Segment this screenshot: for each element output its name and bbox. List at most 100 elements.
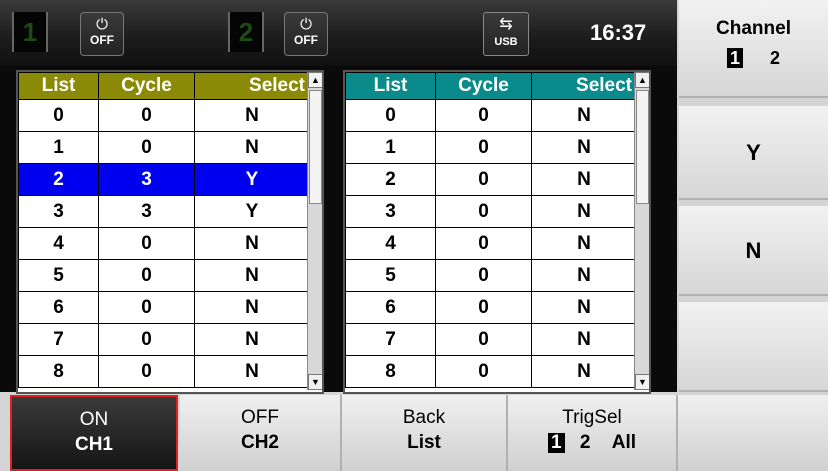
scroll-thumb[interactable] — [309, 90, 322, 204]
cell-list[interactable]: 2 — [18, 163, 99, 196]
table-row[interactable]: 00N — [345, 99, 637, 132]
scroll-up-icon[interactable]: ▲ — [635, 72, 649, 88]
cell-list[interactable]: 7 — [345, 323, 436, 356]
table-row[interactable]: 40N — [18, 227, 310, 260]
table-row[interactable]: 10N — [18, 131, 310, 164]
table-row[interactable]: 40N — [345, 227, 637, 260]
select-yes-button[interactable]: Y — [679, 106, 828, 200]
scroll-up-icon[interactable]: ▲ — [308, 72, 322, 88]
cell-list[interactable]: 4 — [18, 227, 99, 260]
empty-softkey[interactable] — [678, 395, 828, 471]
cell-cycle[interactable]: 0 — [98, 259, 195, 292]
cell-cycle[interactable]: 0 — [435, 163, 532, 196]
ch2-power-button[interactable]: ⏻ OFF — [284, 12, 328, 56]
ch1-list-table[interactable]: List Cycle Select 00N10N23Y33Y40N50N60N7… — [16, 70, 324, 394]
cell-list[interactable]: 4 — [345, 227, 436, 260]
table-row[interactable]: 00N — [18, 99, 310, 132]
off-ch2-button[interactable]: OFF CH2 — [180, 395, 342, 471]
cell-cycle[interactable]: 0 — [435, 99, 532, 132]
scroll-down-icon[interactable]: ▼ — [635, 374, 649, 390]
cell-cycle[interactable]: 3 — [98, 195, 195, 228]
cell-select[interactable]: N — [194, 355, 310, 388]
scroll-down-icon[interactable]: ▼ — [308, 374, 322, 390]
table-row[interactable]: 20N — [345, 163, 637, 196]
table-row[interactable]: 33Y — [18, 195, 310, 228]
cell-select[interactable]: N — [531, 291, 637, 324]
cell-list[interactable]: 1 — [18, 131, 99, 164]
cell-cycle[interactable]: 0 — [98, 227, 195, 260]
cell-cycle[interactable]: 0 — [435, 131, 532, 164]
cell-cycle[interactable]: 0 — [435, 323, 532, 356]
cell-cycle[interactable]: 0 — [435, 195, 532, 228]
cell-list[interactable]: 1 — [345, 131, 436, 164]
table-row[interactable]: 60N — [345, 291, 637, 324]
table-row[interactable]: 80N — [18, 355, 310, 388]
ch2-power-label: OFF — [294, 33, 318, 47]
cell-select[interactable]: N — [531, 131, 637, 164]
channel-select-button[interactable]: Channel 1 2 — [679, 0, 828, 98]
back-list-button[interactable]: Back List — [342, 395, 508, 471]
select-no-button[interactable]: N — [679, 206, 828, 296]
trigsel-button[interactable]: TrigSel 1 2 All — [508, 395, 678, 471]
scrollbar[interactable]: ▲ ▼ — [307, 72, 322, 390]
cell-cycle[interactable]: 0 — [435, 291, 532, 324]
table-row[interactable]: 80N — [345, 355, 637, 388]
cell-list[interactable]: 0 — [18, 99, 99, 132]
cell-cycle[interactable]: 0 — [435, 355, 532, 388]
ch1-power-button[interactable]: ⏻ OFF — [80, 12, 124, 56]
scrollbar[interactable]: ▲ ▼ — [634, 72, 649, 390]
table-row[interactable]: 70N — [345, 323, 637, 356]
table-row[interactable]: 10N — [345, 131, 637, 164]
cell-list[interactable]: 3 — [18, 195, 99, 228]
empty-side-button[interactable] — [679, 302, 828, 392]
cell-select[interactable]: N — [194, 259, 310, 292]
cell-select[interactable]: N — [531, 355, 637, 388]
ch2-list-table[interactable]: List Cycle Select 00N10N20N30N40N50N60N7… — [343, 70, 651, 394]
cell-cycle[interactable]: 0 — [435, 227, 532, 260]
table-row[interactable]: 70N — [18, 323, 310, 356]
cell-select[interactable]: Y — [194, 195, 310, 228]
cell-list[interactable]: 3 — [345, 195, 436, 228]
cell-select[interactable]: N — [194, 291, 310, 324]
cell-list[interactable]: 2 — [345, 163, 436, 196]
cell-list[interactable]: 6 — [345, 291, 436, 324]
cell-cycle[interactable]: 3 — [98, 163, 195, 196]
header-select: Select — [194, 72, 310, 100]
table-row[interactable]: 30N — [345, 195, 637, 228]
cell-select[interactable]: Y — [194, 163, 310, 196]
power-icon: ⏻ — [96, 16, 108, 33]
cell-select[interactable]: N — [194, 227, 310, 260]
cell-cycle[interactable]: 0 — [98, 323, 195, 356]
cell-select[interactable]: N — [531, 99, 637, 132]
cell-list[interactable]: 5 — [345, 259, 436, 292]
cell-select[interactable]: N — [194, 131, 310, 164]
channel-option-1: 1 — [726, 48, 743, 68]
cell-list[interactable]: 5 — [18, 259, 99, 292]
cell-select[interactable]: N — [531, 163, 637, 196]
usb-icon: ⇆ — [499, 16, 513, 33]
cell-cycle[interactable]: 0 — [98, 131, 195, 164]
table-row[interactable]: 50N — [18, 259, 310, 292]
cell-list[interactable]: 8 — [345, 355, 436, 388]
cell-list[interactable]: 8 — [18, 355, 99, 388]
clock: 16:37 — [590, 20, 647, 45]
cell-cycle[interactable]: 0 — [435, 259, 532, 292]
cell-select[interactable]: N — [531, 323, 637, 356]
on-ch1-button[interactable]: ON CH1 — [10, 395, 178, 471]
channel-title: Channel — [716, 18, 791, 39]
cell-select[interactable]: N — [531, 259, 637, 292]
scroll-thumb[interactable] — [636, 90, 649, 204]
cell-select[interactable]: N — [194, 323, 310, 356]
cell-list[interactable]: 6 — [18, 291, 99, 324]
table-row[interactable]: 50N — [345, 259, 637, 292]
cell-cycle[interactable]: 0 — [98, 291, 195, 324]
cell-list[interactable]: 7 — [18, 323, 99, 356]
table-row[interactable]: 60N — [18, 291, 310, 324]
cell-cycle[interactable]: 0 — [98, 355, 195, 388]
cell-select[interactable]: N — [531, 227, 637, 260]
cell-list[interactable]: 0 — [345, 99, 436, 132]
cell-cycle[interactable]: 0 — [98, 99, 195, 132]
table-row[interactable]: 23Y — [18, 163, 310, 196]
cell-select[interactable]: N — [531, 195, 637, 228]
cell-select[interactable]: N — [194, 99, 310, 132]
